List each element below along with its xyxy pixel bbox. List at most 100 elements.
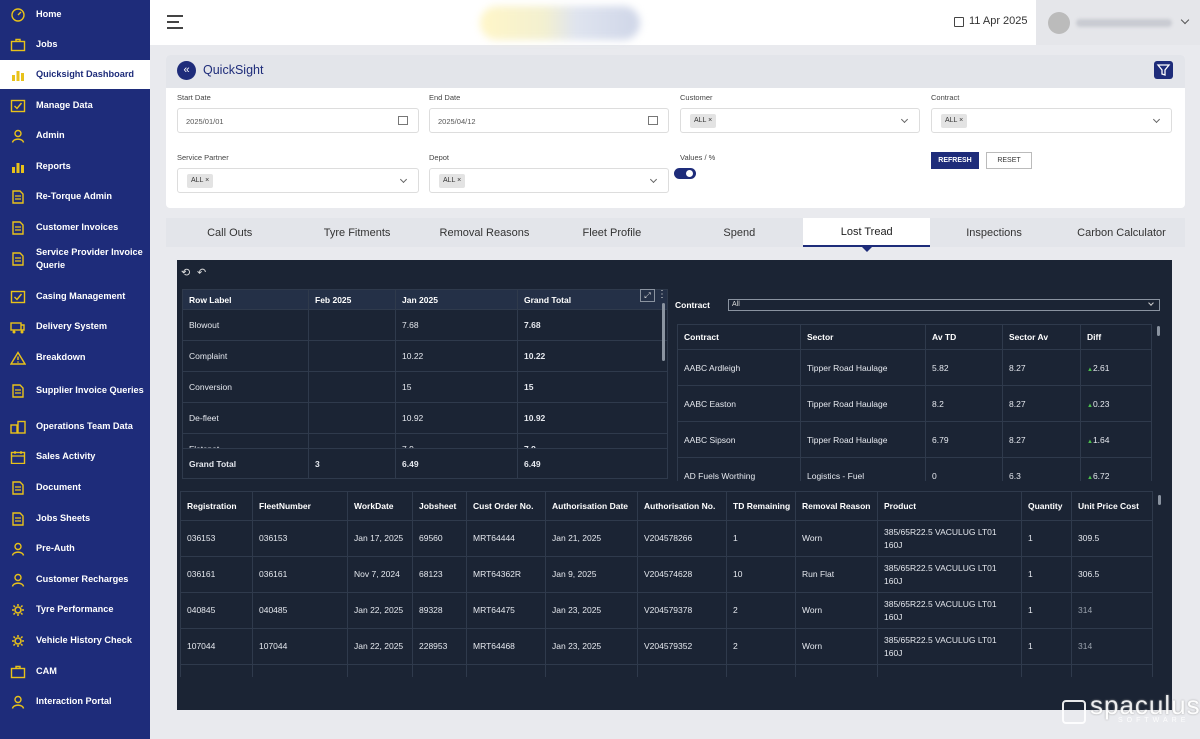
sidebar-item-vehicle-history-check[interactable]: Vehicle History Check: [0, 626, 150, 656]
chevron-down-icon: [1152, 115, 1161, 124]
table-cell: Jan 9, 2025: [545, 556, 638, 593]
tab-tyre-fitments[interactable]: Tyre Fitments: [293, 218, 420, 247]
sidebar-item-label: Customer Recharges: [36, 574, 129, 584]
more-options-icon[interactable]: ⋮: [657, 289, 667, 302]
service-partner-select[interactable]: ALL ×: [177, 168, 419, 193]
end-date-input[interactable]: 2025/04/12: [429, 108, 669, 133]
column-header: Contract: [677, 324, 801, 350]
diff-value: 6.72: [1092, 470, 1110, 481]
sidebar-item-label: Manage Data: [36, 100, 93, 110]
sidebar-item-cam[interactable]: CAM: [0, 657, 150, 687]
table-row: De-fleet 10.92 10.92: [182, 402, 668, 434]
remove-chip-icon[interactable]: ×: [205, 177, 209, 184]
sidebar-item-sales-activity[interactable]: Sales Activity: [0, 442, 150, 472]
user-icon: [10, 573, 26, 587]
sidebar-item-customer-recharges[interactable]: Customer Recharges: [0, 565, 150, 595]
sidebar-item-pre-auth[interactable]: Pre-Auth: [0, 534, 150, 564]
tab-lost-tread[interactable]: Lost Tread: [803, 218, 931, 247]
sidebar-item-tyre-performance[interactable]: Tyre Performance: [0, 595, 150, 625]
remove-chip-icon[interactable]: ×: [708, 117, 712, 124]
customer-chip[interactable]: ALL ×: [690, 114, 717, 128]
contract-select[interactable]: ALL ×: [931, 108, 1172, 133]
sidebar-item-casing-management[interactable]: Casing Management: [0, 282, 150, 312]
table-cell: [412, 664, 467, 677]
avatar: [1048, 12, 1070, 34]
sidebar-item-document[interactable]: Document: [0, 473, 150, 503]
table-cell: Blowout: [182, 309, 309, 341]
sidebar-item-customer-invoices[interactable]: Customer Invoices: [0, 213, 150, 243]
redo-icon[interactable]: ⟲: [181, 266, 190, 279]
sidebar-item-re-torque-admin[interactable]: Re-Torque Admin: [0, 182, 150, 212]
chevron-down-icon: [1180, 15, 1190, 25]
table-cell: 2: [726, 628, 796, 665]
table-cell: 10.22: [517, 340, 668, 372]
back-button[interactable]: «: [177, 61, 196, 80]
chevron-down-icon: [649, 175, 658, 184]
hamburger-menu-icon[interactable]: [167, 15, 183, 29]
user-menu[interactable]: [1036, 0, 1200, 45]
pivot-scrollbar[interactable]: [662, 303, 665, 361]
customer-select[interactable]: ALL ×: [680, 108, 920, 133]
end-date-value: 2025/04/12: [438, 117, 476, 126]
tab-spend[interactable]: Spend: [676, 218, 803, 247]
pivot-header-row: Row Label Feb 2025 Jan 2025 Grand Total: [182, 289, 668, 310]
refresh-button[interactable]: REFRESH: [931, 152, 979, 169]
sidebar-item-operations-team-data[interactable]: Operations Team Data: [0, 412, 150, 442]
sidebar-item-service-provider-invoice-querie[interactable]: Service Provider Invoice Querie: [0, 244, 150, 274]
table-cell: [308, 402, 396, 434]
table-cell: 314: [1071, 592, 1153, 629]
sidebar-item-jobs-sheets[interactable]: Jobs Sheets: [0, 504, 150, 534]
contract-chip[interactable]: ALL ×: [941, 114, 968, 128]
depot-select[interactable]: ALL ×: [429, 168, 669, 193]
tab-carbon-calculator[interactable]: Carbon Calculator: [1058, 218, 1185, 247]
sidebar-item-jobs[interactable]: Jobs: [0, 30, 150, 60]
sidebar-item-home[interactable]: Home: [0, 0, 150, 30]
sidebar-item-label: Pre-Auth: [36, 543, 75, 553]
table-cell: De-fleet: [182, 402, 309, 434]
sidebar-item-label: Reports: [36, 161, 71, 171]
remove-chip-icon[interactable]: ×: [457, 177, 461, 184]
table-row: 107044 107044 Jan 22, 2025 228953 MRT64468 Ja…: [180, 628, 1153, 665]
pivot-total-table: Grand Total 3 6.49 6.49: [182, 448, 668, 479]
bar-chart-icon: [10, 160, 26, 174]
tab-inspections[interactable]: Inspections: [930, 218, 1057, 247]
contract-filter-dropdown[interactable]: All: [728, 299, 1160, 311]
expand-icon[interactable]: ⤢: [640, 289, 655, 302]
table-cell: [308, 340, 396, 372]
detail-visual: Registration FleetNumber WorkDate Jobsheet C…: [180, 491, 1166, 677]
tab-call-outs[interactable]: Call Outs: [166, 218, 293, 247]
remove-chip-icon[interactable]: ×: [959, 117, 963, 124]
table-row: AABC Ardleigh Tipper Road Haulage 5.82 8.27…: [677, 349, 1152, 386]
table-row: AABC Sipson Tipper Road Haulage 6.79 8.27 ▲1…: [677, 421, 1152, 458]
sidebar-item-breakdown[interactable]: Breakdown: [0, 343, 150, 373]
sidebar-item-quicksight-dashboard[interactable]: Quicksight Dashboard: [0, 60, 150, 89]
tab-fleet-profile[interactable]: Fleet Profile: [548, 218, 675, 247]
sidebar-item-manage-data[interactable]: Manage Data: [0, 91, 150, 121]
contract-table-scrollbar[interactable]: [1157, 326, 1160, 336]
depot-label: Depot: [429, 153, 450, 162]
sidebar: Home Jobs Quicksight Dashboard Manage Data A…: [0, 0, 150, 739]
service-partner-chip[interactable]: ALL ×: [187, 174, 214, 188]
sidebar-item-supplier-invoice-queries[interactable]: Supplier Invoice Queries: [0, 376, 150, 406]
sidebar-item-reports[interactable]: Reports: [0, 152, 150, 182]
tab-removal-reasons[interactable]: Removal Reasons: [421, 218, 548, 247]
sidebar-item-delivery-system[interactable]: Delivery System: [0, 312, 150, 342]
depot-chip[interactable]: ALL ×: [439, 174, 466, 188]
undo-icon[interactable]: ↶: [197, 266, 206, 279]
values-percent-toggle[interactable]: [674, 168, 696, 179]
document-icon: [10, 252, 26, 266]
table-cell: 15: [517, 371, 668, 403]
reset-button[interactable]: RESET: [986, 152, 1032, 169]
table-cell: 2: [726, 592, 796, 629]
top-bar: 11 Apr 2025: [150, 0, 1200, 45]
table-cell: 1: [1021, 520, 1072, 557]
column-header: TD Remaining: [726, 491, 796, 521]
sidebar-item-label: Re-Torque Admin: [36, 191, 113, 201]
detail-table-scrollbar[interactable]: [1158, 495, 1161, 505]
start-date-input[interactable]: 2025/01/01: [177, 108, 419, 133]
table-row: Complaint 10.22 10.22: [182, 340, 668, 372]
sidebar-item-interaction-portal[interactable]: Interaction Portal: [0, 687, 150, 717]
filter-button[interactable]: [1154, 61, 1173, 79]
sidebar-item-admin[interactable]: Admin: [0, 121, 150, 151]
customer-label: Customer: [680, 93, 713, 102]
